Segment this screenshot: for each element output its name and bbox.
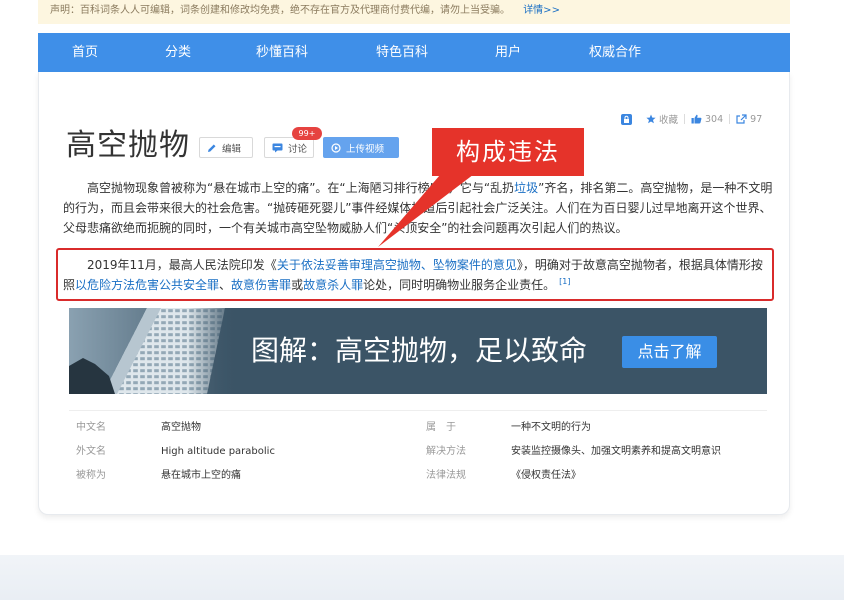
- learn-more-button[interactable]: 点击了解: [622, 336, 717, 368]
- legal-link-intentional-homicide[interactable]: 故意杀人罪: [303, 278, 363, 292]
- star-icon: [646, 114, 656, 124]
- info-value: 一种不文明的行为: [511, 422, 591, 433]
- legal-text: 、: [219, 278, 232, 292]
- legal-text: 2019年11月，最高人民法院印发《: [87, 258, 277, 272]
- legal-paragraph: 2019年11月，最高人民法院印发《关于依法妥善审理高空抛物、坠物案件的意见》，…: [63, 255, 769, 295]
- entry-tools: 收藏 304 97: [621, 112, 762, 126]
- banner-building-image: [69, 308, 239, 394]
- play-circle-icon: [331, 142, 341, 153]
- info-value: High altitude parabolic: [161, 446, 275, 457]
- nav-item-categories[interactable]: 分类: [133, 33, 223, 72]
- pencil-icon: [208, 144, 216, 152]
- info-value: 悬在城市上空的痛: [161, 470, 241, 481]
- chat-icon: [272, 143, 283, 152]
- edit-label: 编辑: [222, 143, 242, 155]
- info-row: 外文名 High altitude parabolic 解决方法 安装监控摄像头…: [69, 440, 767, 464]
- basic-info-table: 中文名 高空抛物 属 于 一种不文明的行为 外文名 High altitude …: [69, 410, 767, 490]
- discuss-label: 讨论: [288, 143, 308, 155]
- info-row: 被称为 悬在城市上空的痛 法律法规 《侵权责任法》: [69, 464, 767, 488]
- thumbs-up-icon: [691, 114, 702, 124]
- entry-title: 高空抛物: [66, 128, 190, 163]
- favorite-label: 收藏: [659, 115, 679, 126]
- like-button[interactable]: 304: [691, 114, 723, 125]
- info-value: 安装监控摄像头、加强文明素养和提高文明意识: [511, 446, 721, 457]
- legal-link-public-safety-crime[interactable]: 以危险方法危害公共安全罪: [75, 278, 219, 292]
- highlight-box: 2019年11月，最高人民法院印发《关于依法妥善审理高空抛物、坠物案件的意见》，…: [56, 248, 774, 301]
- main-nav: 首页 分类 秒懂百科 特色百科 用户 权威合作: [38, 33, 790, 72]
- nav-item-miaodong[interactable]: 秒懂百科: [237, 33, 327, 72]
- citation-link[interactable]: [1]: [559, 277, 570, 286]
- legal-link-court-opinion[interactable]: 关于依法妥善审理高空抛物、坠物案件的意见: [277, 258, 517, 272]
- info-value: 《侵权责任法》: [511, 470, 581, 481]
- disclaimer-details-link[interactable]: 详情>>: [523, 5, 560, 16]
- info-value: 高空抛物: [161, 422, 201, 433]
- photo-fade: [187, 308, 239, 394]
- summary-link-garbage[interactable]: 垃圾: [514, 181, 538, 195]
- share-count: 97: [750, 113, 763, 125]
- legal-link-intentional-injury[interactable]: 故意伤害罪: [231, 278, 291, 292]
- footer-band: [0, 555, 844, 600]
- divider: [729, 114, 731, 124]
- annotation-callout: 构成违法: [432, 128, 584, 176]
- info-label: 法律法规: [426, 470, 466, 481]
- info-label: 外文名: [76, 446, 106, 457]
- discuss-count-badge: 99+: [292, 127, 322, 140]
- info-label: 解决方法: [426, 446, 466, 457]
- info-label: 属 于: [426, 422, 456, 433]
- legal-text: 论处，同时明确物业服务企业责任。: [363, 278, 556, 292]
- banner-title: 图解：高空抛物，足以致命: [251, 334, 588, 367]
- info-label: 被称为: [76, 470, 106, 481]
- discuss-button[interactable]: 讨论: [264, 137, 314, 158]
- baike-page: 声明：百科词条人人可编辑，词条创建和修改均免费，绝不存在官方及代理商付费代编，请…: [0, 0, 844, 600]
- info-label: 中文名: [76, 422, 106, 433]
- like-count: 304: [705, 113, 724, 125]
- favorite-button[interactable]: 收藏: [646, 112, 678, 126]
- share-icon: [736, 114, 747, 124]
- infographic-banner[interactable]: 图解：高空抛物，足以致命 点击了解: [69, 308, 767, 394]
- share-button[interactable]: 97: [736, 114, 762, 125]
- info-row: 中文名 高空抛物 属 于 一种不文明的行为: [69, 416, 767, 440]
- disclaimer-bar: 声明：百科词条人人可编辑，词条创建和修改均免费，绝不存在官方及代理商付费代编，请…: [38, 0, 790, 24]
- legal-text: 或: [291, 278, 304, 292]
- nav-item-users[interactable]: 用户: [463, 33, 553, 72]
- annotation-arrow: [378, 168, 482, 247]
- nav-item-home[interactable]: 首页: [40, 33, 130, 72]
- lock-icon[interactable]: [621, 113, 632, 125]
- nav-item-featured[interactable]: 特色百科: [357, 33, 447, 72]
- nav-item-partners[interactable]: 权威合作: [570, 33, 660, 72]
- divider: [684, 114, 686, 124]
- disclaimer-text: 声明：百科词条人人可编辑，词条创建和修改均免费，绝不存在官方及代理商付费代编，请…: [50, 5, 510, 16]
- edit-button[interactable]: 编辑: [199, 137, 253, 158]
